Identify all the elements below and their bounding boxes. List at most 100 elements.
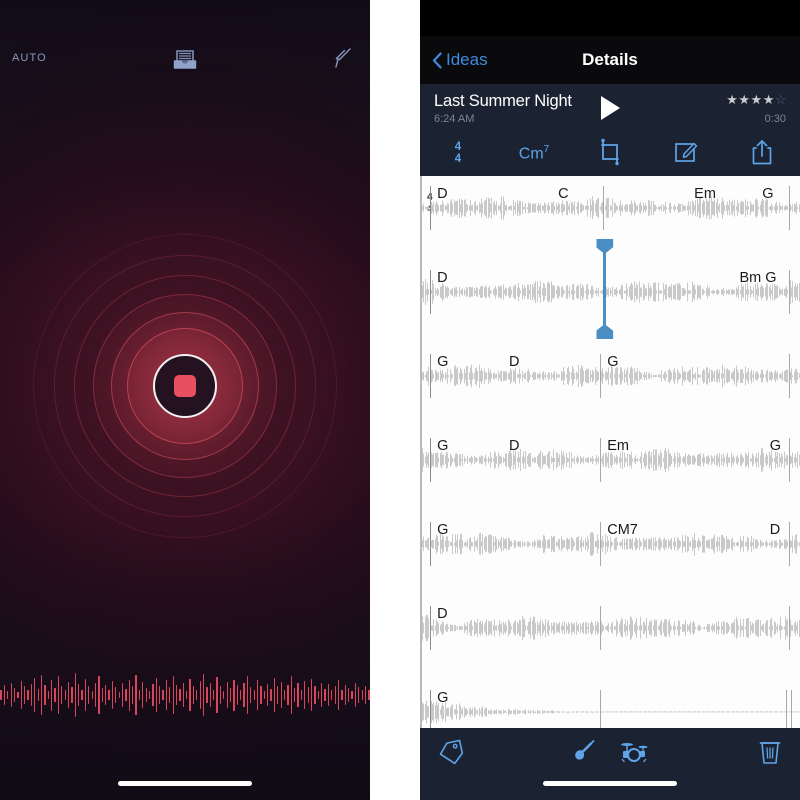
waveform-bar [108, 690, 110, 700]
staff-row[interactable]: D [422, 596, 800, 680]
waveform-bar [250, 687, 252, 703]
staff-row[interactable]: GDG [422, 344, 800, 428]
guitar-icon [571, 739, 597, 770]
waveform-bar [13, 688, 16, 702]
time-signature-button[interactable]: 4 4 [420, 132, 496, 176]
waveform-bar [243, 682, 245, 708]
tuning-fork-icon[interactable] [330, 46, 354, 77]
rating-star-4[interactable]: ★ [763, 92, 775, 107]
waveform-bar [30, 684, 33, 706]
chord-button[interactable]: Cm7 [496, 132, 572, 176]
playhead-marker[interactable] [596, 239, 614, 339]
waveform-bar [162, 690, 164, 700]
waveform-bar [236, 684, 238, 706]
waveform-bar [334, 686, 336, 704]
play-button[interactable] [597, 94, 623, 127]
waveform-bar [128, 679, 130, 711]
waveform-bar [186, 691, 188, 699]
inbox-tray-icon[interactable] [171, 47, 199, 78]
edit-pencil-icon [673, 139, 699, 170]
row-chord-labels: G [422, 690, 800, 708]
rating-star-5[interactable]: ☆ [775, 92, 787, 107]
waveform-bar [358, 687, 360, 703]
staff-row[interactable]: G D Em G [422, 428, 800, 512]
waveform-bar [344, 684, 346, 706]
staff-row[interactable]: G CM7 D [422, 512, 800, 596]
waveform-bar [175, 684, 178, 706]
stop-square-icon [174, 375, 196, 397]
edit-button[interactable] [648, 132, 724, 176]
waveform-bar [115, 687, 117, 703]
chord-label[interactable]: G [437, 690, 448, 706]
waveform-bar [138, 689, 141, 701]
playhead-handle-bottom[interactable] [596, 324, 614, 339]
rating-stars[interactable]: ★★★★☆ [726, 92, 787, 108]
chord-label[interactable]: G [437, 522, 448, 538]
waveform-bar [223, 691, 225, 699]
waveform-bar [287, 684, 289, 706]
row-chord-labels: D [422, 606, 800, 624]
rating-star-1[interactable]: ★ [726, 92, 738, 107]
waveform-bar [118, 691, 120, 699]
waveform-bar [314, 685, 316, 705]
waveform-bar [78, 684, 80, 706]
chord-label[interactable]: G [437, 354, 448, 370]
crop-button[interactable] [572, 132, 648, 176]
waveform-bar [148, 691, 151, 699]
chord-label[interactable]: D [770, 522, 780, 538]
chord-sheet[interactable]: 44DCEmGDBm GGDGGDEmGGCM7DDG [420, 176, 800, 728]
chord-label[interactable]: C [558, 186, 568, 202]
delete-button[interactable] [758, 737, 782, 771]
chord-label[interactable]: D [509, 438, 519, 454]
chord-label[interactable]: G [762, 186, 773, 202]
track-info-bar: Last Summer Night 6:24 AM ★★★★☆ 0:30 4 4 [420, 84, 800, 176]
waveform-bar [216, 677, 218, 713]
waveform-bar [84, 678, 87, 712]
waveform-bar [307, 687, 309, 703]
waveform-bar [273, 677, 276, 713]
staff-row[interactable]: D Bm G [422, 239, 800, 344]
auto-mode-label[interactable]: AUTO [12, 52, 47, 64]
tag-button[interactable] [438, 737, 466, 771]
waveform-bar [81, 689, 83, 701]
share-button[interactable] [724, 132, 800, 176]
guitar-button[interactable] [571, 737, 597, 771]
panel-gutter [370, 0, 420, 800]
drums-button[interactable] [619, 737, 649, 771]
chord-label[interactable]: D [509, 354, 519, 370]
chord-label[interactable]: G [770, 438, 781, 454]
waveform-bar [152, 684, 154, 706]
chord-label[interactable]: Em [607, 438, 629, 454]
waveform-bar [294, 688, 296, 702]
stop-recording-button[interactable] [153, 354, 217, 418]
chord-label[interactable]: D [437, 270, 447, 286]
waveform-bar [64, 690, 66, 700]
trash-icon [758, 738, 782, 771]
waveform-bar [165, 680, 168, 710]
waveform-bar [337, 680, 340, 710]
waveform-bar [3, 684, 6, 706]
chord-extension-label: 7 [543, 144, 550, 156]
chord-label[interactable]: D [437, 186, 447, 202]
chord-label[interactable]: Bm G [740, 270, 777, 286]
waveform-bar [159, 686, 161, 704]
waveform-bar [348, 688, 350, 702]
waveform-bar [91, 691, 93, 699]
chord-label[interactable]: CM7 [607, 522, 638, 538]
waveform-bar [341, 690, 343, 700]
back-button[interactable]: Ideas [420, 50, 488, 70]
status-bar [420, 0, 800, 36]
waveform-bar [145, 688, 147, 702]
waveform-bar [196, 689, 198, 701]
rating-star-3[interactable]: ★ [751, 92, 763, 107]
chord-label[interactable]: Em [694, 186, 716, 202]
rating-star-2[interactable]: ★ [738, 92, 750, 107]
chord-label[interactable]: D [437, 606, 447, 622]
waveform-bar [297, 683, 299, 707]
chord-label[interactable]: G [437, 438, 448, 454]
chord-label[interactable]: G [607, 354, 618, 370]
waveform-bar [7, 691, 9, 699]
chevron-left-icon [432, 51, 442, 69]
staff-row[interactable]: G [422, 680, 800, 728]
waveform-bar [125, 688, 127, 702]
